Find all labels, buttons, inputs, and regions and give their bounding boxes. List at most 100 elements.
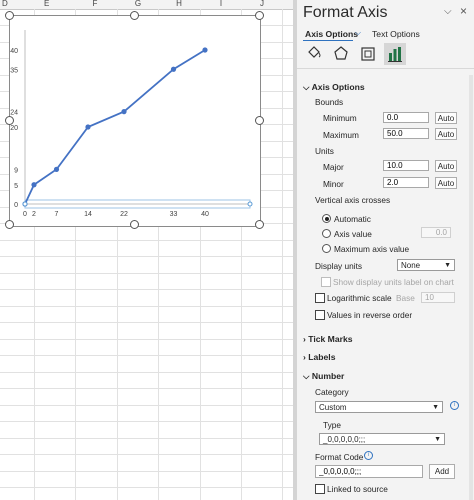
major-auto-button[interactable]: Auto xyxy=(435,160,457,172)
resize-handle[interactable] xyxy=(255,11,264,20)
resize-handle[interactable] xyxy=(255,220,264,229)
labels-section-toggle[interactable]: › Labels xyxy=(303,352,335,362)
base-label: Base xyxy=(396,293,415,303)
gridline xyxy=(282,9,283,500)
fill-line-icon[interactable] xyxy=(303,43,325,65)
y-tick-label: 0 xyxy=(14,202,18,209)
gridline xyxy=(0,240,293,241)
tab-axis-options[interactable]: Axis Options xyxy=(305,29,358,39)
format-code-input[interactable] xyxy=(315,465,423,478)
section-label: Labels xyxy=(308,352,336,362)
effects-icon[interactable] xyxy=(330,43,352,65)
gridline xyxy=(0,273,293,274)
logarithmic-scale-label: Logarithmic scale xyxy=(327,293,392,303)
close-icon[interactable]: × xyxy=(460,4,467,18)
x-tick-label: 0 xyxy=(23,211,27,218)
x-tick-label: 14 xyxy=(84,211,92,218)
column-header-i[interactable]: I xyxy=(216,0,226,8)
gridline xyxy=(0,471,293,472)
type-value: _0,0,0,0,0;;; xyxy=(323,435,366,444)
column-header-g[interactable]: G xyxy=(133,0,143,8)
resize-handle[interactable] xyxy=(5,220,14,229)
minimum-label: Minimum xyxy=(323,113,357,123)
minimum-auto-button[interactable]: Auto xyxy=(435,112,457,124)
axis-handle xyxy=(247,201,253,207)
section-label: Tick Marks xyxy=(308,334,353,344)
x-tick-label: 33 xyxy=(170,211,178,218)
gridline xyxy=(0,355,293,356)
major-label: Major xyxy=(323,162,344,172)
automatic-label: Automatic xyxy=(334,214,371,224)
show-units-label: Show display units label on chart xyxy=(333,277,454,287)
x-tick-label: 7 xyxy=(55,211,59,218)
resize-handle[interactable] xyxy=(130,11,139,20)
maximum-input[interactable] xyxy=(383,128,429,139)
type-select[interactable]: _0,0,0,0,0;;; ▼ xyxy=(319,433,445,445)
data-point xyxy=(31,182,37,188)
category-select[interactable]: Custom ▼ xyxy=(315,401,443,413)
resize-handle[interactable] xyxy=(255,116,264,125)
resize-handle[interactable] xyxy=(5,116,14,125)
column-header-f[interactable]: F xyxy=(90,0,100,8)
chevron-down-icon[interactable]: ⌵ xyxy=(355,28,361,38)
data-point xyxy=(121,109,127,115)
axis-value-radio[interactable] xyxy=(322,229,331,238)
axis-options-section-toggle[interactable]: ⌵ Axis Options xyxy=(303,82,365,93)
data-point xyxy=(85,124,91,130)
gridline xyxy=(0,454,293,455)
y-tick-label: 9 xyxy=(14,167,18,174)
linked-to-source-checkbox[interactable] xyxy=(315,484,325,494)
display-units-select[interactable]: None ▼ xyxy=(397,259,455,271)
minor-auto-button[interactable]: Auto xyxy=(435,177,457,189)
automatic-radio[interactable] xyxy=(322,214,331,223)
pane-scrollbar[interactable] xyxy=(469,75,473,500)
maximum-axis-value-radio[interactable] xyxy=(322,244,331,253)
gridline xyxy=(0,322,293,323)
logarithmic-scale-checkbox[interactable] xyxy=(315,293,325,303)
column-header-bar: D E F G H I J xyxy=(0,0,293,10)
y-tick-label: 20 xyxy=(10,125,18,132)
gridline xyxy=(0,405,293,406)
data-point xyxy=(53,166,60,172)
major-input[interactable] xyxy=(383,160,429,171)
minor-label: Minor xyxy=(323,179,344,189)
bounds-label: Bounds xyxy=(315,97,344,107)
info-icon[interactable]: i xyxy=(364,451,373,460)
tick-marks-section-toggle[interactable]: › Tick Marks xyxy=(303,334,353,344)
format-code-label: Format Code xyxy=(315,452,364,462)
chart-area[interactable]: 0 5 9 20 24 35 40 0 2 7 14 22 33 40 xyxy=(9,15,261,227)
chevron-down-icon: ▼ xyxy=(444,262,451,269)
display-units-label: Display units xyxy=(315,261,363,271)
minor-input[interactable] xyxy=(383,177,429,188)
values-in-reverse-order-checkbox[interactable] xyxy=(315,310,325,320)
show-units-checkbox[interactable] xyxy=(321,277,331,287)
column-header-d[interactable]: D xyxy=(2,0,32,8)
number-section-toggle[interactable]: ⌵ Number xyxy=(303,371,344,382)
maximum-axis-value-label: Maximum axis value xyxy=(334,244,410,254)
chevron-down-icon: ▼ xyxy=(432,404,439,411)
maximum-auto-button[interactable]: Auto xyxy=(435,128,457,140)
column-header-j[interactable]: J xyxy=(257,0,267,8)
active-tab-underline xyxy=(303,40,353,41)
axis-handle xyxy=(22,201,28,207)
tab-text-options[interactable]: Text Options xyxy=(372,29,420,39)
gridline xyxy=(0,388,293,389)
axis-value-input[interactable] xyxy=(421,227,451,238)
pane-options-dropdown[interactable]: ⌵ xyxy=(444,6,452,17)
resize-handle[interactable] xyxy=(5,11,14,20)
column-header-h[interactable]: H xyxy=(174,0,184,8)
base-input[interactable] xyxy=(421,292,455,303)
gridline xyxy=(0,487,293,488)
units-label: Units xyxy=(315,146,334,156)
add-button[interactable]: Add xyxy=(429,464,455,479)
section-label: Number xyxy=(311,371,345,381)
spreadsheet-grid[interactable]: D E F G H I J 0 5 9 20 24 35 40 0 2 7 14 22 33 40 xyxy=(0,0,293,500)
axis-options-icon[interactable] xyxy=(384,43,406,65)
size-properties-icon[interactable] xyxy=(357,43,379,65)
gridline xyxy=(0,438,293,439)
resize-handle[interactable] xyxy=(130,220,139,229)
divider xyxy=(297,68,474,69)
column-header-e[interactable]: E xyxy=(34,0,74,8)
info-icon[interactable]: i xyxy=(450,401,459,410)
minimum-input[interactable] xyxy=(383,112,429,123)
